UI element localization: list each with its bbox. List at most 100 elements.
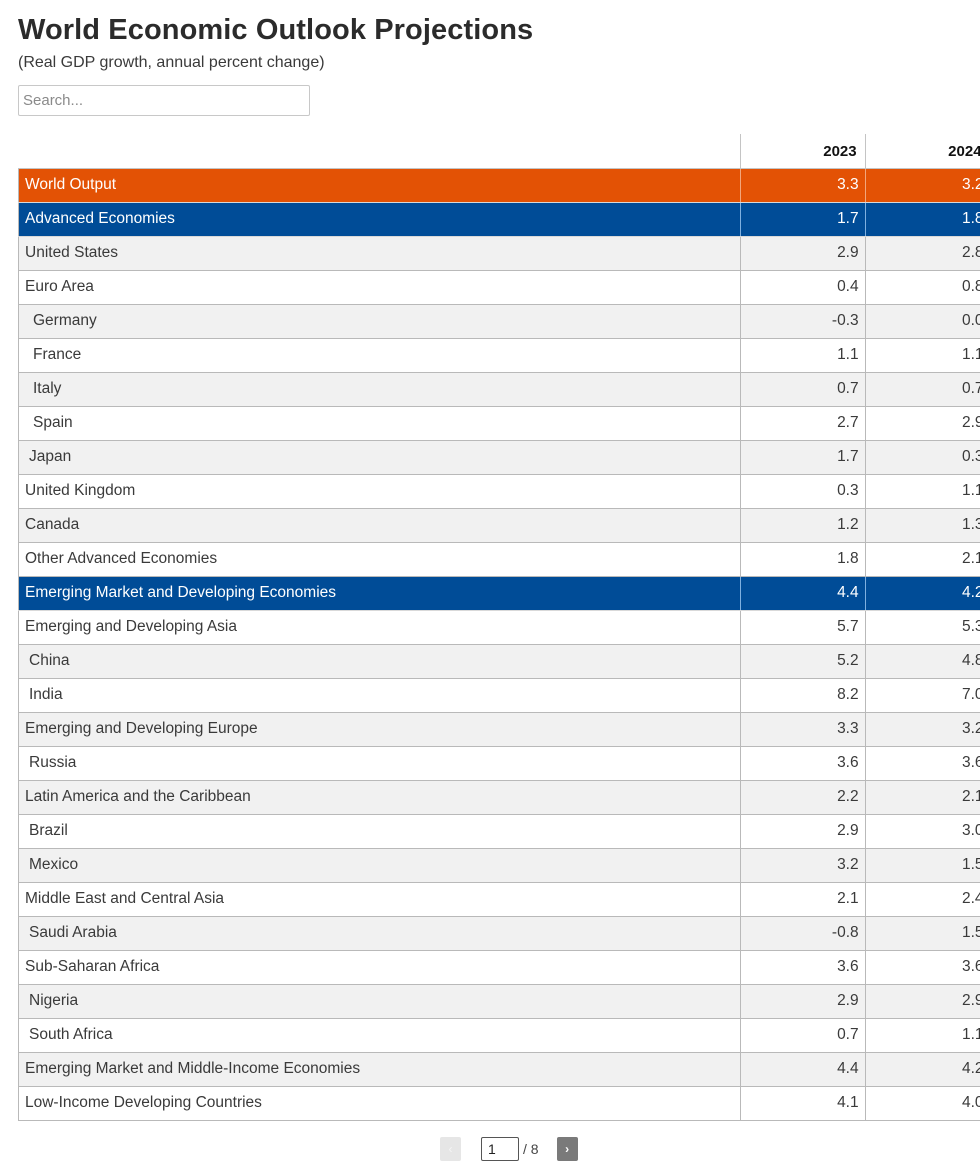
row-label: Latin America and the Caribbean [18, 780, 741, 815]
row-value: 3.2 [864, 168, 980, 203]
table-row[interactable]: United States2.92.82 [18, 236, 980, 271]
row-label: Low-Income Developing Countries [18, 1086, 741, 1121]
row-value: 2.2 [739, 780, 866, 815]
table-row[interactable]: Saudi Arabia-0.81.54 [18, 916, 980, 951]
row-value: 4.4 [739, 576, 866, 611]
row-value: 2.8 [864, 236, 980, 271]
row-label: Brazil [18, 814, 741, 849]
table-row[interactable]: South Africa0.71.11 [18, 1018, 980, 1053]
row-label: Germany [18, 304, 741, 339]
pagination: ‹ / 8 › [440, 1137, 578, 1161]
row-label: Euro Area [18, 270, 741, 305]
row-value: 2.4 [864, 882, 980, 917]
row-value: -0.3 [739, 304, 866, 339]
row-value: 1.3 [864, 508, 980, 543]
row-value: 3.3 [739, 712, 866, 747]
table-header-row: 2023 2024 202 [18, 134, 980, 169]
table-row[interactable]: India8.27.06 [18, 678, 980, 713]
row-value: 1.1 [864, 474, 980, 509]
row-value: 4.2 [864, 1052, 980, 1087]
row-value: 3.6 [864, 746, 980, 781]
table-row[interactable]: Emerging and Developing Asia5.75.35 [18, 610, 980, 645]
table-container[interactable]: 2023 2024 202 World Output3.33.23Advance… [18, 134, 980, 1121]
search-input[interactable] [18, 85, 310, 116]
table-row[interactable]: France1.11.11 [18, 338, 980, 373]
row-value: 7.0 [864, 678, 980, 713]
row-value: 0.4 [739, 270, 866, 305]
row-label: United Kingdom [18, 474, 741, 509]
table-row[interactable]: Other Advanced Economies1.82.12 [18, 542, 980, 577]
table-row[interactable]: Canada1.21.32 [18, 508, 980, 543]
row-value: 5.7 [739, 610, 866, 645]
page-number-input[interactable] [481, 1137, 519, 1161]
table-row[interactable]: Spain2.72.92 [18, 406, 980, 441]
table-row[interactable]: Russia3.63.61 [18, 746, 980, 781]
row-value: 2.7 [739, 406, 866, 441]
row-value: 0.3 [739, 474, 866, 509]
row-value: 3.6 [864, 950, 980, 985]
row-label: Middle East and Central Asia [18, 882, 741, 917]
row-label: Sub-Saharan Africa [18, 950, 741, 985]
table-row[interactable]: Japan1.70.31 [18, 440, 980, 475]
row-value: 4.1 [739, 1086, 866, 1121]
table-row[interactable]: Latin America and the Caribbean2.22.12 [18, 780, 980, 815]
table-row[interactable]: Middle East and Central Asia2.12.43 [18, 882, 980, 917]
table-row[interactable]: Brazil2.93.02 [18, 814, 980, 849]
row-value: 3.6 [739, 950, 866, 985]
table-row[interactable]: World Output3.33.23 [18, 168, 980, 203]
row-value: 1.2 [739, 508, 866, 543]
row-value: 8.2 [739, 678, 866, 713]
row-value: 0.3 [864, 440, 980, 475]
row-value: 3.2 [739, 848, 866, 883]
table-row[interactable]: Euro Area0.40.81 [18, 270, 980, 305]
row-value: 1.1 [739, 338, 866, 373]
previous-page-button[interactable]: ‹ [440, 1137, 461, 1161]
row-value: 1.8 [739, 542, 866, 577]
row-label: Spain [18, 406, 741, 441]
table-row[interactable]: Advanced Economies1.71.81 [18, 202, 980, 237]
next-page-button[interactable]: › [556, 1137, 578, 1161]
row-value: 3.0 [864, 814, 980, 849]
page-title: World Economic Outlook Projections [18, 14, 534, 46]
row-value: 2.9 [864, 406, 980, 441]
row-value: 0.7 [739, 1018, 866, 1053]
row-label: Emerging and Developing Europe [18, 712, 741, 747]
column-header-year[interactable]: 2024 [864, 134, 980, 169]
table-row[interactable]: Emerging and Developing Europe3.33.22 [18, 712, 980, 747]
row-label: China [18, 644, 741, 679]
table-row[interactable]: Mexico3.21.51 [18, 848, 980, 883]
column-header-year[interactable]: 2023 [739, 134, 866, 169]
row-label: Advanced Economies [18, 202, 741, 237]
row-label: South Africa [18, 1018, 741, 1053]
column-header-label[interactable] [18, 134, 741, 169]
table-row[interactable]: United Kingdom0.31.11 [18, 474, 980, 509]
row-value: 3.2 [864, 712, 980, 747]
row-label: Russia [18, 746, 741, 781]
table-row[interactable]: Emerging Market and Middle-Income Econom… [18, 1052, 980, 1087]
table-row[interactable]: Italy0.70.70 [18, 372, 980, 407]
table-row[interactable]: Low-Income Developing Countries4.14.04 [18, 1086, 980, 1121]
row-value: 3.3 [739, 168, 866, 203]
table-row[interactable]: Germany-0.30.00 [18, 304, 980, 339]
row-label: Mexico [18, 848, 741, 883]
row-value: 1.1 [864, 338, 980, 373]
row-value: 4.2 [864, 576, 980, 611]
row-label: India [18, 678, 741, 713]
row-label: Japan [18, 440, 741, 475]
table-row[interactable]: China5.24.84 [18, 644, 980, 679]
row-label: Emerging Market and Developing Economies [18, 576, 741, 611]
table-row[interactable]: Emerging Market and Developing Economies… [18, 576, 980, 611]
row-value: 0.7 [864, 372, 980, 407]
table-row[interactable]: Nigeria2.92.93 [18, 984, 980, 1019]
row-value: 0.8 [864, 270, 980, 305]
row-value: 1.7 [739, 202, 866, 237]
row-value: 5.2 [739, 644, 866, 679]
page-subtitle: (Real GDP growth, annual percent change) [18, 54, 325, 71]
row-value: 2.9 [739, 984, 866, 1019]
row-value: 2.9 [739, 236, 866, 271]
row-label: United States [18, 236, 741, 271]
table-row[interactable]: Sub-Saharan Africa3.63.64 [18, 950, 980, 985]
row-value: 5.3 [864, 610, 980, 645]
row-value: 1.7 [739, 440, 866, 475]
row-value: 0.7 [739, 372, 866, 407]
